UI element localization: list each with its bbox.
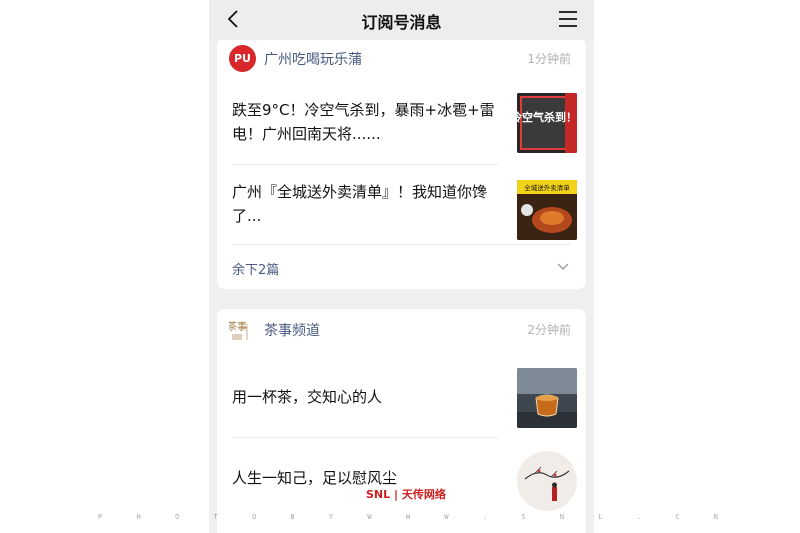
watermark-letter: L [598,513,603,521]
tea-logo-icon: 茶事 [227,318,256,345]
thumbnail-text: 冷空气杀到！ [517,110,577,124]
article-title: 人生一知己，足以慰风尘 [232,469,398,487]
watermark-letter: W [444,513,449,521]
watermark-letter: B [290,513,295,521]
watermark-letter: W [367,513,372,521]
watermark-letter: N [713,513,718,521]
avatar-text: 茶事 [229,320,247,333]
article-thumbnail [517,451,577,511]
divider [232,164,498,165]
ink-painting-image [517,451,577,511]
expand-more-row[interactable]: 余下2篇 [217,248,586,288]
avatar[interactable]: PU [229,45,256,72]
timestamp: 2分钟前 [527,323,571,337]
watermark-letter: H [136,513,141,521]
avatar[interactable]: 茶事 [227,318,256,345]
phone-screen: PU 广州吃喝玩乐蒲 1分钟前 跌至9°C！冷空气杀到，暴雨+冰雹+雷电！广州回… [209,0,594,533]
article-title: 跌至9°C！冷空气杀到，暴雨+冰雹+雷电！广州回南天将...... [232,101,495,143]
watermark-letter: O [251,513,257,521]
timestamp: 1分钟前 [527,52,571,66]
source-name[interactable]: 广州吃喝玩乐蒲 [264,49,362,69]
watermark-letter: S [521,513,526,521]
watermark-strip: P H O T O B Y W W W. S N L. C N [98,513,718,521]
watermark-letter: W [405,513,411,521]
watermark-letter: N [559,513,565,521]
source-header[interactable]: 茶事 茶事频道 2分钟前 [217,309,586,349]
source-header[interactable]: PU 广州吃喝玩乐蒲 1分钟前 [217,38,586,78]
navigation-bar: 订阅号消息 [209,0,594,40]
watermark-letter: T [213,513,218,521]
watermark-letter: . [636,513,641,521]
article-item[interactable]: 广州『全城送外卖清单』！我知道你馋了... 全城送外卖清单 [232,170,577,242]
watermark-letter: O [174,513,180,521]
thumbnail-graphic: 冷空气杀到！ [517,93,577,153]
article-title: 广州『全城送外卖清单』！我知道你馋了... [232,183,488,225]
divider [232,437,498,438]
watermark-letter: P [98,513,103,521]
thumbnail-graphic: 全城送外卖清单 [517,180,577,240]
article-thumbnail: 全城送外卖清单 [517,180,577,240]
page-title: 订阅号消息 [361,13,442,32]
chevron-down-icon[interactable] [557,262,569,272]
source-name[interactable]: 茶事频道 [264,320,320,340]
article-item[interactable]: 用一杯茶，交知心的人 [232,365,577,431]
watermark-logo: SNL | 天传网络 [366,488,446,501]
article-thumbnail: 冷空气杀到！ [517,93,577,153]
article-item[interactable]: 跌至9°C！冷空气杀到，暴雨+冰雹+雷电！广州回南天将...... 冷空气杀到！ [232,88,577,158]
divider [232,244,571,245]
watermark-letter: Y [328,513,334,521]
article-thumbnail [517,368,577,428]
thumbnail-text: 全城送外卖清单 [524,183,570,192]
message-card: PU 广州吃喝玩乐蒲 1分钟前 跌至9°C！冷空气杀到，暴雨+冰雹+雷电！广州回… [217,38,586,289]
menu-icon[interactable] [558,10,578,28]
article-title: 用一杯茶，交知心的人 [232,388,383,406]
watermark-letter: C [675,513,680,521]
tea-cup-image [517,368,577,428]
remaining-articles-label[interactable]: 余下2篇 [232,259,279,278]
watermark-letter: . [482,513,488,521]
